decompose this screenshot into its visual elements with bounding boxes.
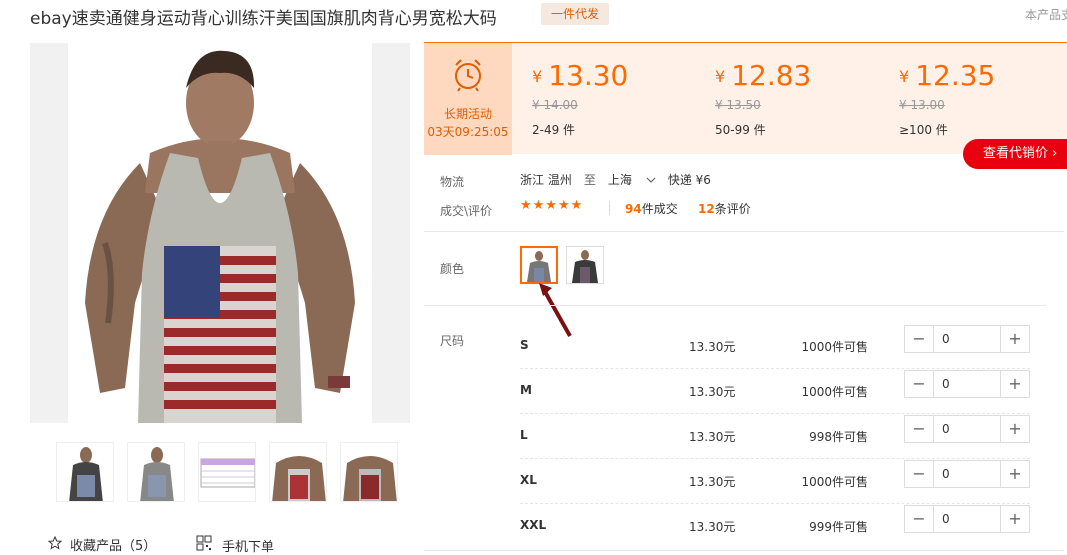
quantity-stepper: − 0 + — [904, 325, 1030, 353]
ship-to-city: 上海 — [607, 173, 632, 187]
color-swatch-2[interactable] — [566, 246, 604, 284]
rating-stars: ★★★★★ — [520, 198, 584, 213]
size-label: 尺码 — [440, 334, 465, 348]
price-tier-1: ¥13.30 ¥ 14.00 2-49 件 — [532, 59, 628, 138]
tier-price: 12.35 — [915, 59, 996, 92]
currency-symbol: ¥ — [532, 67, 543, 86]
quantity-input[interactable]: 0 — [933, 371, 1001, 397]
deal-count-suffix: 件成交 — [641, 202, 678, 216]
tier-quantity-range: ≥100 件 — [899, 123, 948, 137]
size-stock: 1000件可售 — [801, 475, 868, 489]
dropship-tag: 一件代发 — [541, 3, 610, 25]
quantity-stepper: − 0 + — [904, 415, 1030, 443]
decrement-button[interactable]: − — [905, 461, 933, 487]
shipping-fee: 快递 ¥6 — [667, 173, 711, 187]
size-row-m: M 13.30元 1000件可售 − 0 + — [520, 369, 1030, 414]
ship-to-select[interactable]: 上海 — [608, 171, 656, 188]
decrement-button[interactable]: − — [905, 371, 933, 397]
size-price: 13.30元 — [689, 520, 736, 534]
mobile-order-label: 手机下单 — [222, 539, 275, 555]
promo-timer: 03天09:25:05 — [427, 125, 509, 139]
quantity-stepper: − 0 + — [904, 460, 1030, 488]
increment-button[interactable]: + — [1001, 326, 1029, 352]
currency-symbol: ¥ — [715, 67, 726, 86]
size-stock: 998件可售 — [809, 430, 868, 444]
mobile-order-link[interactable]: 手机下单 — [196, 535, 274, 555]
size-row-xl: XL 13.30元 1000件可售 − 0 + — [520, 459, 1030, 504]
tier-original-price: ¥ 13.50 — [715, 98, 761, 112]
size-row-s: S 13.30元 1000件可售 − 0 + — [520, 324, 1030, 369]
view-agent-price-button[interactable]: 查看代销价 › — [963, 139, 1067, 169]
decrement-button[interactable]: − — [905, 416, 933, 442]
size-name: L — [520, 428, 528, 442]
product-title: ebay速卖通健身运动背心训练汗美国国旗肌肉背心男宽松大码 — [30, 9, 497, 29]
thumbnail-5[interactable] — [340, 442, 398, 502]
tier-quantity-range: 2-49 件 — [532, 123, 576, 137]
size-price: 13.30元 — [689, 430, 736, 444]
main-product-image[interactable] — [30, 43, 410, 423]
decrement-button[interactable]: − — [905, 506, 933, 532]
tier-original-price: ¥ 14.00 — [532, 98, 578, 112]
size-price: 13.30元 — [689, 385, 736, 399]
alarm-clock-icon — [455, 59, 481, 92]
size-row-xxl: XXL 13.30元 999件可售 − 0 + — [520, 504, 1030, 549]
increment-button[interactable]: + — [1001, 371, 1029, 397]
size-name: S — [520, 338, 529, 352]
size-row-l: L 13.30元 998件可售 − 0 + — [520, 414, 1030, 459]
tank-top-photo — [85, 50, 355, 423]
quantity-input[interactable]: 0 — [933, 416, 1001, 442]
deal-count[interactable]: 94件成交 — [625, 200, 678, 217]
tier-price: 12.83 — [731, 59, 812, 92]
thumbnail-1[interactable] — [56, 442, 114, 502]
thumbnail-strip — [56, 442, 398, 502]
quantity-input[interactable]: 0 — [933, 506, 1001, 532]
size-name: XXL — [520, 518, 547, 532]
thumbnail-4[interactable] — [269, 442, 327, 502]
quantity-input[interactable]: 0 — [933, 326, 1001, 352]
size-name: M — [520, 383, 532, 397]
currency-symbol: ¥ — [899, 67, 910, 86]
review-count-suffix: 条评价 — [714, 202, 751, 216]
ship-to-word: 至 — [583, 173, 596, 187]
color-label: 颜色 — [440, 262, 465, 276]
size-name: XL — [520, 473, 537, 487]
favorite-label: 收藏产品（5） — [70, 539, 157, 554]
size-price: 13.30元 — [689, 475, 736, 489]
corner-note: 本产品支 — [1025, 8, 1067, 22]
tier-price: 13.30 — [548, 59, 629, 92]
increment-button[interactable]: + — [1001, 506, 1029, 532]
logistics-label: 物流 — [440, 175, 465, 189]
tier-quantity-range: 50-99 件 — [715, 123, 766, 137]
favorite-product-link[interactable]: 收藏产品（5） — [47, 535, 157, 554]
decrement-button[interactable]: − — [905, 326, 933, 352]
review-count-number: 12 — [698, 202, 715, 216]
chevron-down-icon — [646, 177, 656, 183]
deal-count-number: 94 — [625, 202, 642, 216]
thumbnail-2[interactable] — [127, 442, 185, 502]
qr-code-icon — [196, 535, 212, 555]
tier-original-price: ¥ 13.00 — [899, 98, 945, 112]
price-tier-3: ¥12.35 ¥ 13.00 ≥100 件 — [899, 59, 995, 138]
size-stock: 1000件可售 — [801, 385, 868, 399]
quantity-input[interactable]: 0 — [933, 461, 1001, 487]
increment-button[interactable]: + — [1001, 416, 1029, 442]
size-price: 13.30元 — [689, 340, 736, 354]
promo-box: 长期活动 03天09:25:05 — [424, 43, 512, 155]
review-count[interactable]: 12条评价 — [698, 200, 751, 217]
color-swatch-1[interactable] — [520, 246, 558, 284]
deals-label: 成交\评价 — [440, 204, 493, 218]
size-stock: 999件可售 — [809, 520, 868, 534]
thumbnail-3-size-chart[interactable] — [198, 442, 256, 502]
star-outline-icon — [47, 535, 63, 554]
size-stock: 1000件可售 — [801, 340, 868, 354]
quantity-stepper: − 0 + — [904, 505, 1030, 533]
logistics-info: 浙江 温州 至 上海 快递 ¥6 — [520, 171, 711, 188]
promo-label: 长期活动 — [443, 107, 492, 121]
price-tier-2: ¥12.83 ¥ 13.50 50-99 件 — [715, 59, 811, 138]
price-panel: 长期活动 03天09:25:05 ¥13.30 ¥ 14.00 2-49 件 ¥… — [424, 42, 1067, 155]
increment-button[interactable]: + — [1001, 461, 1029, 487]
ship-from: 浙江 温州 — [520, 173, 572, 187]
quantity-stepper: − 0 + — [904, 370, 1030, 398]
